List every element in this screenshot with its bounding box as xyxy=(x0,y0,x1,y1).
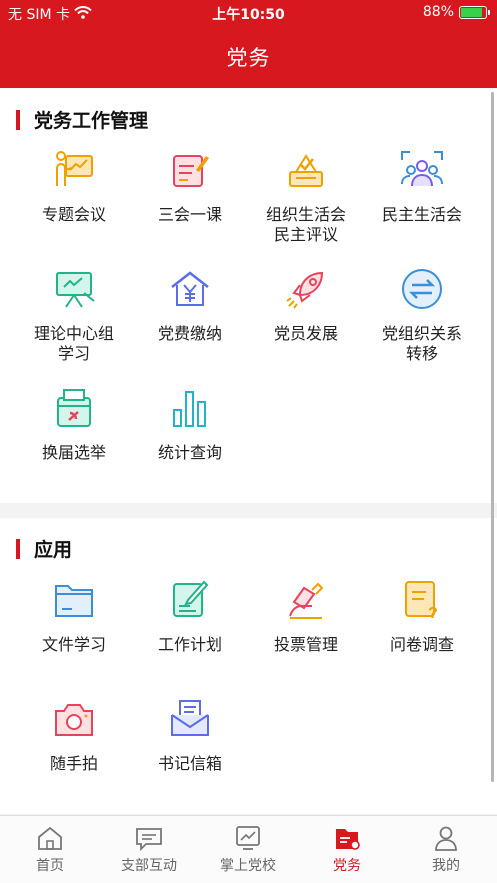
item-label: 投票管理 xyxy=(273,635,338,654)
school-screen-icon xyxy=(236,826,260,850)
tab-home[interactable]: 首页 xyxy=(0,816,100,883)
item-snapshot[interactable]: 随手拍 xyxy=(14,695,134,774)
item-label: 统计查询 xyxy=(157,443,222,462)
chat-icon xyxy=(136,828,162,852)
item-label: 理论中心组 学习 xyxy=(33,324,114,363)
easel-icon xyxy=(56,272,95,308)
header-bar: 无 SIM 卡 上午10:50 88% 党务 xyxy=(0,0,497,88)
party-affairs-icon xyxy=(336,829,360,850)
item-election[interactable]: 换届选举 xyxy=(14,384,134,463)
item-label: 党组织关系 转移 xyxy=(381,324,462,363)
tab-label: 我的 xyxy=(432,858,460,874)
vote-hand-icon xyxy=(289,582,324,619)
presentation-board-icon xyxy=(56,151,93,186)
bar-stats-icon xyxy=(173,391,206,427)
people-group-icon xyxy=(401,151,443,187)
item-org-life-meeting[interactable]: 组织生活会 民主评议 xyxy=(246,146,366,245)
section-party-work: 党务工作管理 专题会议 三会一课 组织生活会 民主评议 民主生活会 理论中心组 学习… xyxy=(0,88,497,503)
battery-icon xyxy=(459,5,490,19)
item-three-meetings[interactable]: 三会一课 xyxy=(130,146,250,225)
election-box-icon xyxy=(57,389,91,427)
item-secretary-mailbox[interactable]: 书记信箱 xyxy=(130,695,250,774)
tab-label: 支部互动 xyxy=(121,858,177,874)
item-label: 问卷调查 xyxy=(389,635,454,654)
item-label: 三会一课 xyxy=(157,205,222,224)
transfer-arrows-icon xyxy=(402,269,442,309)
svg-text:?: ? xyxy=(428,605,438,622)
item-member-development[interactable]: 党员发展 xyxy=(246,265,366,344)
app-screen: 无 SIM 卡 上午10:50 88% 党务 党务工作管理 专题会议 三会一课 xyxy=(0,0,497,883)
tab-label: 党务 xyxy=(333,858,361,874)
tab-label: 掌上党校 xyxy=(220,858,276,874)
item-label: 民主生活会 xyxy=(381,205,462,224)
item-label: 文件学习 xyxy=(41,635,106,654)
item-label: 随手拍 xyxy=(49,754,98,773)
tab-party-affairs[interactable]: 党务 xyxy=(297,816,397,883)
item-vote-management[interactable]: 投票管理 xyxy=(246,576,366,655)
item-statistics[interactable]: 统计查询 xyxy=(130,384,250,463)
ballot-box-icon xyxy=(289,154,323,187)
rocket-icon xyxy=(286,271,324,309)
camera-icon xyxy=(55,704,93,736)
item-relation-transfer[interactable]: 党组织关系 转移 xyxy=(362,265,482,364)
item-theory-study[interactable]: 理论中心组 学习 xyxy=(14,265,134,364)
yuan-house-icon xyxy=(171,271,209,306)
battery-percent: 88% xyxy=(422,4,454,20)
item-party-fee[interactable]: 党费缴纳 xyxy=(130,265,250,344)
item-democratic-life[interactable]: 民主生活会 xyxy=(362,146,482,225)
section-title: 应用 xyxy=(34,539,73,561)
tab-branch-interaction[interactable]: 支部互动 xyxy=(99,816,199,883)
item-label: 党员发展 xyxy=(273,324,338,343)
item-label: 书记信箱 xyxy=(157,754,222,773)
item-document-study[interactable]: 文件学习 xyxy=(14,576,134,655)
item-work-plan[interactable]: 工作计划 xyxy=(130,576,250,655)
section-marker xyxy=(16,538,20,559)
plan-edit-icon xyxy=(173,580,209,617)
section-applications: 应用 文件学习 工作计划 投票管理 ? 问卷调查 随手拍 书记信箱 xyxy=(0,518,497,814)
tab-label: 首页 xyxy=(36,858,64,874)
section-marker xyxy=(16,109,20,130)
scroll-indicator[interactable] xyxy=(491,92,494,782)
page-title: 党务 xyxy=(226,46,271,70)
tab-mine[interactable]: 我的 xyxy=(396,816,496,883)
questionnaire-icon: ? xyxy=(405,581,438,622)
item-special-meeting[interactable]: 专题会议 xyxy=(14,146,134,225)
folder-icon xyxy=(55,585,93,617)
item-label: 党费缴纳 xyxy=(157,324,222,343)
status-bar: 无 SIM 卡 上午10:50 88% xyxy=(0,0,497,26)
home-icon xyxy=(38,826,62,850)
mailbox-icon xyxy=(171,700,209,736)
item-label: 组织生活会 民主评议 xyxy=(265,205,346,244)
item-questionnaire[interactable]: ? 问卷调查 xyxy=(362,576,482,655)
tab-party-school[interactable]: 掌上党校 xyxy=(198,816,298,883)
item-label: 换届选举 xyxy=(41,443,106,462)
profile-icon xyxy=(435,826,457,851)
notebook-pen-icon xyxy=(173,155,209,187)
section-title: 党务工作管理 xyxy=(34,110,149,132)
item-label: 工作计划 xyxy=(157,635,222,654)
bottom-tab-bar: 首页 支部互动 掌上党校 党务 我的 xyxy=(0,815,497,883)
item-label: 专题会议 xyxy=(41,205,106,224)
